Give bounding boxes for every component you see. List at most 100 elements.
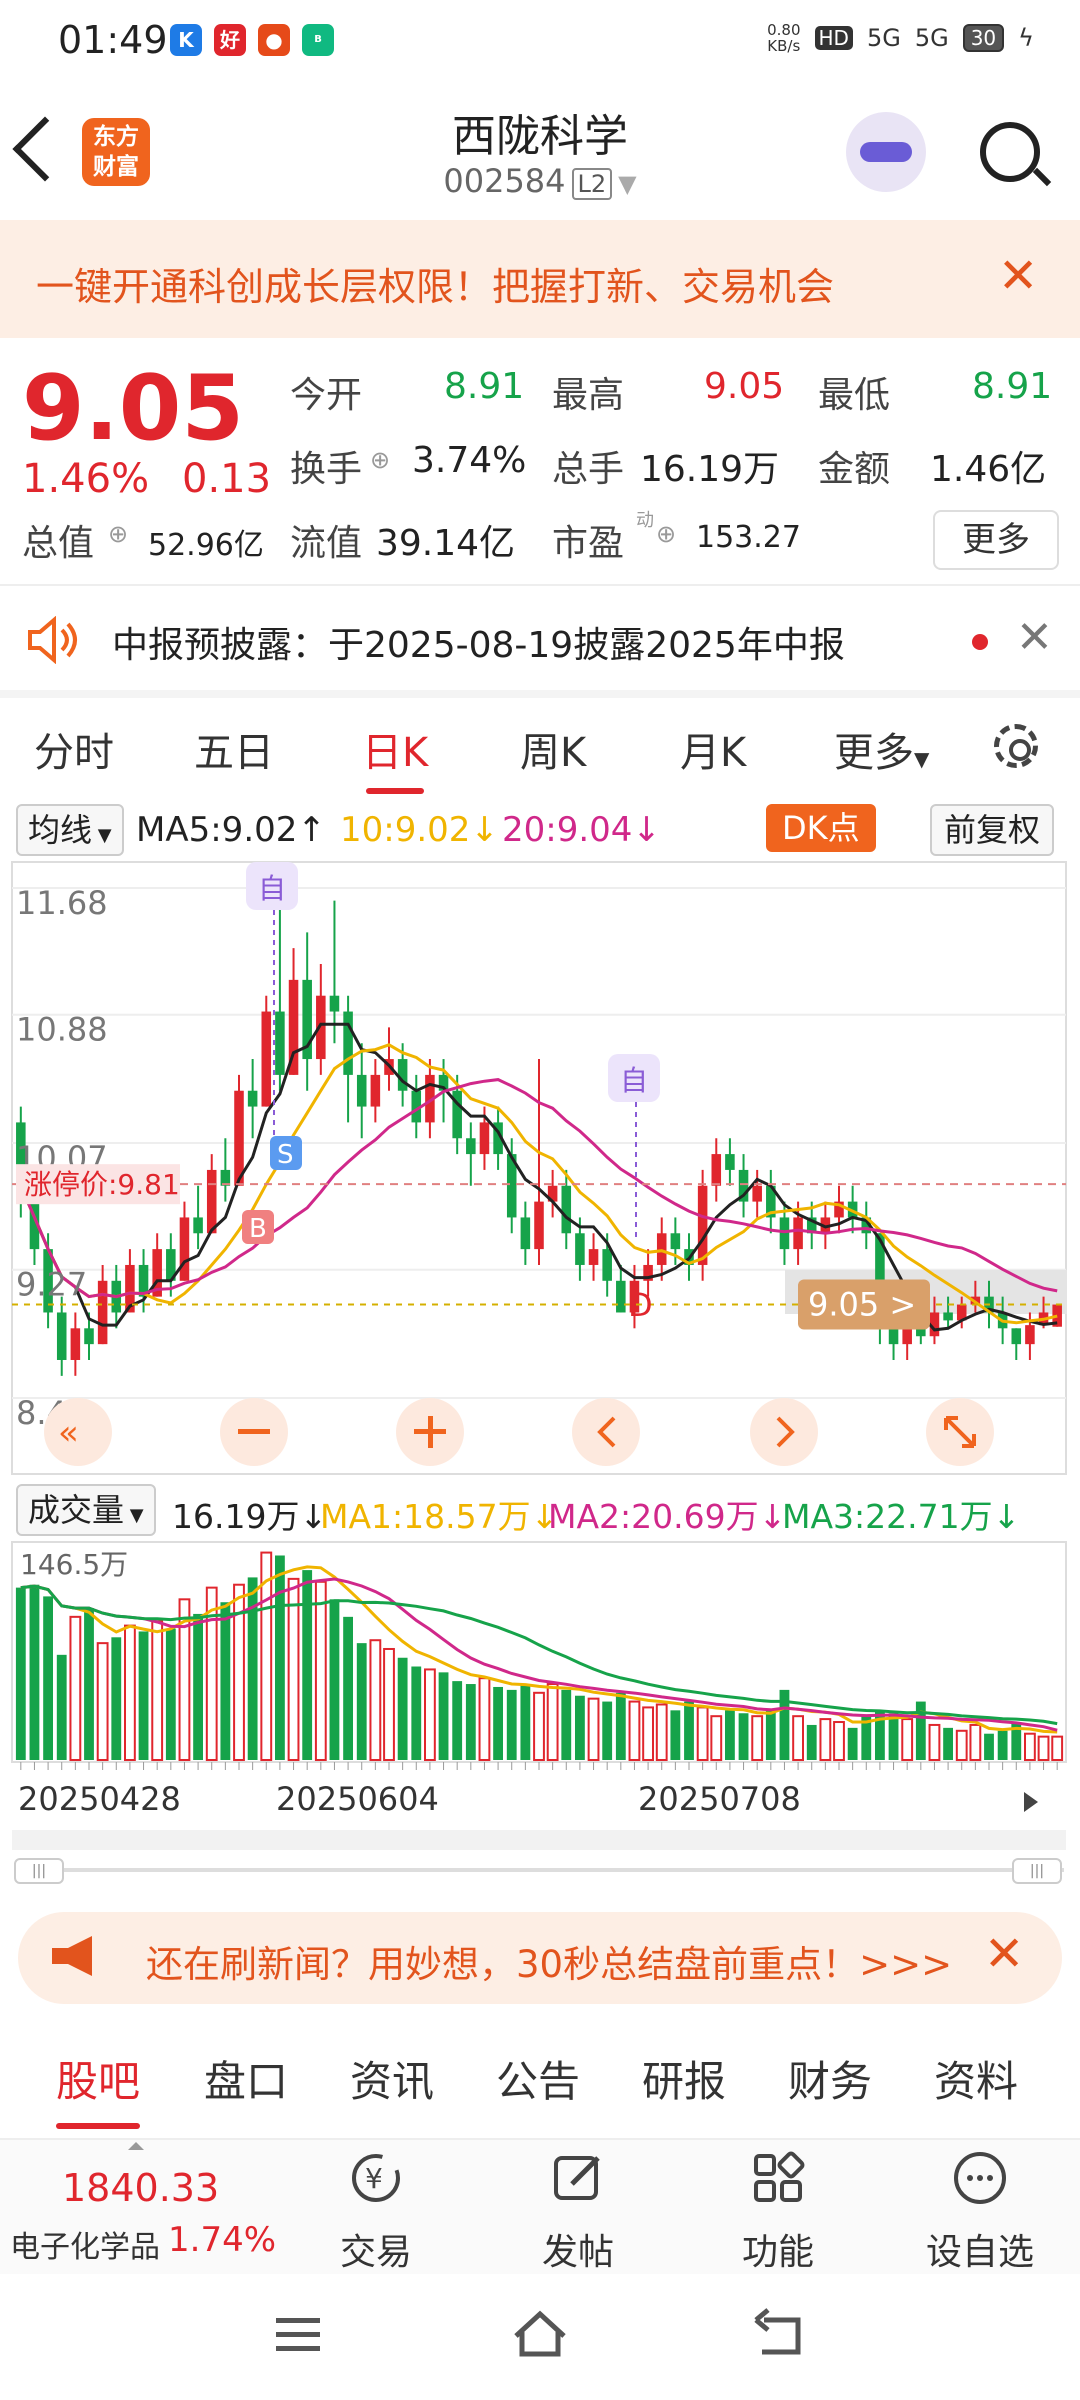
last-price: 9.05: [22, 356, 245, 461]
menu-icon[interactable]: [274, 2314, 324, 2356]
index-value[interactable]: 1840.33: [62, 2166, 219, 2210]
candle: [356, 1074, 367, 1107]
volume-bar: [193, 1613, 203, 1760]
caret-up-icon: [128, 2142, 144, 2150]
tab-weekly-k[interactable]: 周K: [520, 720, 586, 778]
system-nav-bar: [0, 2274, 1080, 2400]
volume-bar: [819, 1718, 832, 1761]
search-icon[interactable]: [980, 122, 1040, 182]
ma20-value: 20:9.04↓: [502, 810, 661, 850]
candle: [670, 1233, 681, 1250]
signal-icon: 5G: [866, 24, 901, 52]
pe-sup: 动: [636, 510, 654, 531]
buy-marker[interactable]: B: [249, 1214, 267, 1244]
volume-bar: [765, 1710, 776, 1760]
trade-button[interactable]: ¥ 交易: [316, 2150, 436, 2275]
ai-summary-banner[interactable]: 还在刷新闻？用妙想，30秒总结盘前重点！>>> ✕: [18, 1912, 1062, 2004]
self-marker[interactable]: 自: [620, 1064, 648, 1097]
volume-bar: [369, 1639, 382, 1761]
candle: [56, 1312, 67, 1360]
tab-finance[interactable]: 财务: [788, 2048, 872, 2109]
candle: [779, 1217, 790, 1250]
notice-bar[interactable]: 中报预披露：于2025-08-19披露2025年中报 ✕: [0, 588, 1080, 688]
ma-legend: 均线 ▼ MA5:9.02↑ 10:9.02↓ 20:9.04↓ DK点 前复权: [0, 800, 1080, 860]
high-label: 最高: [552, 375, 625, 416]
tab-more[interactable]: 更多▼: [834, 720, 929, 778]
pe-value: 153.27: [696, 520, 801, 555]
candle: [561, 1185, 572, 1234]
mktcap-value: 52.96亿: [148, 528, 264, 563]
promo-banner[interactable]: 一键开通科创成长层权限！把握打新、交易机会 ✕: [0, 220, 1080, 338]
volume-bar: [587, 1697, 600, 1762]
volume-bar: [520, 1684, 531, 1760]
volume-bar: [1051, 1735, 1064, 1762]
level-badge: L2: [571, 168, 613, 200]
tab-monthly-k[interactable]: 月K: [680, 720, 746, 778]
scroll-left-button[interactable]: [572, 1398, 640, 1466]
info-icon[interactable]: ⊕: [370, 446, 390, 474]
dk-button[interactable]: DK点: [766, 804, 876, 852]
assistant-avatar[interactable]: [846, 112, 926, 192]
low-label: 最低: [818, 375, 891, 416]
tab-announcements[interactable]: 公告: [496, 2048, 580, 2109]
volume-bar: [84, 1608, 94, 1760]
volume-bar: [478, 1677, 491, 1761]
volume-chart[interactable]: 146.5万 20250428 20250604 20250708: [0, 1540, 1080, 1850]
scroll-right-button[interactable]: [750, 1398, 818, 1466]
scroll-handle-left[interactable]: |||: [14, 1858, 64, 1884]
candle: [616, 1280, 626, 1313]
status-time: 01:49: [58, 18, 168, 62]
volume-bar: [738, 1713, 749, 1760]
home-icon[interactable]: [510, 2306, 570, 2358]
tab-guba[interactable]: 股吧: [56, 2048, 141, 2129]
more-button[interactable]: 更多: [933, 510, 1059, 570]
candle: [466, 1138, 476, 1155]
high-value: 9.05: [704, 366, 785, 407]
candle: [1011, 1328, 1022, 1345]
float-value: 39.14亿: [376, 523, 516, 564]
candle: [520, 1217, 531, 1250]
scroll-handle-right[interactable]: |||: [1012, 1858, 1062, 1884]
back-nav-icon[interactable]: [752, 2308, 806, 2358]
content-tabs: 股吧 盘口 资讯 公告 研报 财务 资料: [0, 2020, 1080, 2132]
self-marker[interactable]: 自: [258, 872, 286, 905]
candle: [247, 1090, 258, 1107]
sell-marker[interactable]: S: [277, 1140, 294, 1170]
tab-pankou[interactable]: 盘口: [204, 2048, 288, 2109]
tab-news[interactable]: 资讯: [350, 2048, 434, 2109]
info-icon[interactable]: ⊕: [108, 520, 128, 548]
play-arrow-icon[interactable]: [1024, 1792, 1038, 1812]
ma10-value: 10:9.02↓: [340, 810, 499, 850]
add-watchlist-button[interactable]: 设自选: [920, 2150, 1040, 2275]
volume-bar: [29, 1584, 40, 1760]
double-chevron-left-icon: «: [58, 1413, 79, 1453]
candle: [275, 1011, 285, 1075]
tab-5day[interactable]: 五日: [194, 720, 274, 778]
tab-profile[interactable]: 资料: [934, 2048, 1018, 2109]
tab-intraday[interactable]: 分时: [34, 720, 114, 778]
info-icon[interactable]: ⊕: [656, 520, 676, 548]
tab-daily-k[interactable]: 日K: [362, 720, 428, 794]
volume-bar: [546, 1683, 559, 1761]
index-name[interactable]: 电子化学品: [10, 2222, 160, 2266]
close-icon[interactable]: ✕: [998, 248, 1038, 304]
close-icon[interactable]: ✕: [1016, 612, 1053, 663]
candlestick-chart[interactable]: 11.6810.8810.079.278.46 涨停价:9.81 9.05 > …: [0, 858, 1080, 1478]
caret-down-icon: ▼: [92, 825, 112, 846]
tab-research[interactable]: 研报: [642, 2048, 726, 2109]
volume-bar: [901, 1718, 914, 1761]
volume-bar: [15, 1587, 26, 1760]
adjust-button[interactable]: 前复权: [930, 804, 1055, 856]
battery-icon: 30: [962, 24, 1005, 52]
chart-scrollbar[interactable]: ||| |||: [14, 1858, 1064, 1884]
volume-selector[interactable]: 成交量 ▼: [16, 1484, 156, 1536]
y-tick-label: 11.68: [16, 884, 108, 922]
function-button[interactable]: 功能: [718, 2150, 838, 2275]
volume-bar: [1037, 1735, 1050, 1762]
gear-icon[interactable]: [994, 724, 1038, 768]
close-icon[interactable]: ✕: [984, 1926, 1024, 1982]
post-button[interactable]: 发帖: [518, 2150, 638, 2275]
candle: [343, 1011, 353, 1075]
d-marker[interactable]: D: [628, 1286, 653, 1324]
indicator-selector[interactable]: 均线 ▼: [16, 804, 124, 856]
